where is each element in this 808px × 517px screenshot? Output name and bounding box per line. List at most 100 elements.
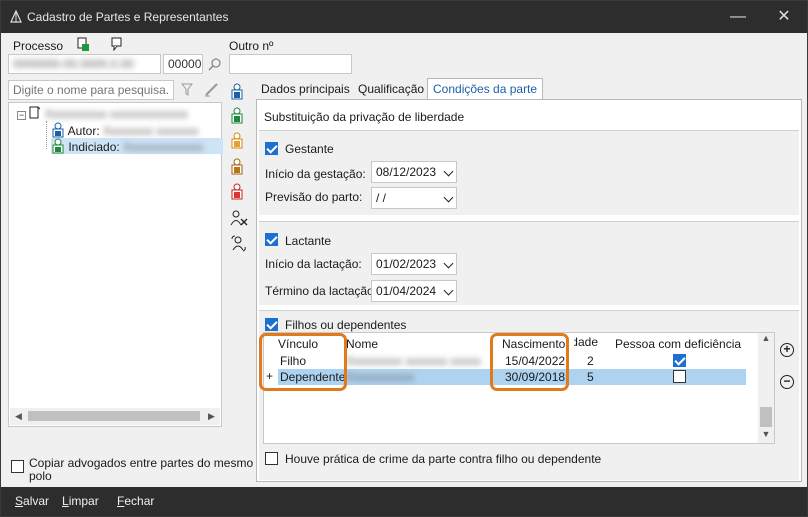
tab-dados-principais[interactable]: Dados principais — [256, 79, 355, 99]
remove-party-icon[interactable] — [230, 210, 248, 227]
add-representative-icon[interactable] — [230, 158, 244, 175]
add-party-blue-icon[interactable] — [230, 83, 244, 100]
chevron-down-icon[interactable] — [443, 285, 454, 296]
document-green-icon[interactable] — [77, 37, 89, 51]
note-icon[interactable] — [111, 37, 123, 51]
previsao-parto-date[interactable]: / / — [371, 187, 457, 209]
filhos-label: Filhos ou dependentes — [285, 318, 407, 332]
chevron-down-icon[interactable] — [443, 258, 454, 269]
limpar-mnemonic: L — [62, 494, 69, 508]
scales-icon — [10, 10, 22, 23]
lactante-label: Lactante — [285, 234, 332, 248]
scroll-up-icon[interactable]: ▲ — [758, 333, 774, 347]
close-button[interactable]: ✕ — [761, 1, 807, 33]
gestante-label: Gestante — [285, 142, 334, 156]
limpar-button[interactable]: Limpar — [62, 494, 99, 508]
person-blue-icon — [52, 122, 64, 138]
tab-qualificacao[interactable]: Qualificação — [353, 79, 429, 99]
scroll-left-icon[interactable]: ◀ — [10, 408, 27, 425]
document-icon — [29, 106, 41, 119]
scroll-down-icon[interactable]: ▼ — [758, 429, 774, 443]
tree-root-row[interactable]: − Xxxxxxxxxx xxxxxxxxxxxxx — [17, 106, 188, 122]
lactante-group: Lactante Início da lactação: 01/02/2023 … — [259, 221, 799, 305]
row2-nome[interactable]: Xxxxxxxxxxx — [346, 370, 414, 384]
scroll-right-icon[interactable]: ▶ — [203, 408, 220, 425]
highlight-vinculo — [259, 333, 347, 391]
processo-suffix: 00000 — [168, 57, 202, 71]
section-title: Substituição da privação de liberdade — [264, 110, 465, 124]
tree-root-label: Xxxxxxxxxx xxxxxxxxxxxxx — [44, 107, 189, 121]
col-idade-wrap: Idade — [574, 335, 598, 351]
fechar-button[interactable]: Fechar — [117, 494, 154, 508]
inicio-gestacao-date[interactable]: 08/12/2023 — [371, 161, 457, 183]
lactante-checkbox[interactable] — [265, 233, 278, 246]
autor-name: Xxxxxxxx xxxxxxx — [99, 124, 199, 138]
add-dependent-button[interactable]: + — [780, 343, 794, 357]
row1-nome[interactable]: Xxxxxxxxx xxxxxxx xxxxx — [346, 354, 481, 368]
inicio-lactacao-date[interactable]: 01/02/2023 — [371, 253, 457, 275]
inicio-lactacao-value: 01/02/2023 — [376, 257, 437, 271]
copy-lawyers-checkbox[interactable] — [11, 460, 24, 473]
filter-icon[interactable] — [181, 83, 193, 96]
window-title: Cadastro de Partes e Representantes — [27, 10, 229, 24]
col-nome[interactable]: Nome — [346, 337, 378, 351]
salvar-button[interactable]: Salvar — [15, 494, 49, 508]
tree-horizontal-scrollbar[interactable]: ◀ ▶ — [10, 408, 220, 425]
tab-condicoes-da-parte[interactable]: Condições da parte — [427, 78, 544, 100]
termino-lactacao-label: Término da lactação: — [265, 284, 378, 298]
minimize-button[interactable]: — — [715, 1, 761, 33]
indiciado-prefix: Indiciado: — [68, 140, 120, 154]
col-pcd[interactable]: Pessoa com deficiência — [615, 337, 741, 351]
salvar-mnemonic: S — [15, 494, 24, 508]
add-party-orange-icon[interactable] — [230, 132, 244, 149]
col-idade[interactable]: Idade — [574, 335, 598, 349]
crime-label: Houve prática de crime da parte contra f… — [285, 452, 602, 466]
tree-connector — [46, 121, 47, 149]
title-bar: Cadastro de Partes e Representantes — ✕ — [1, 1, 807, 33]
processo-input[interactable]: 0000000-00.0000.0.00 — [8, 54, 161, 74]
footer-bar: Salvar Limpar Fechar — [1, 487, 807, 516]
party-tree[interactable]: − Xxxxxxxxxx xxxxxxxxxxxxx Autor: Xxxxxx… — [8, 102, 223, 427]
search-icon[interactable] — [208, 57, 222, 71]
processo-suffix-input[interactable]: 00000 — [163, 54, 203, 74]
termino-lactacao-value: 01/04/2024 — [376, 284, 437, 298]
add-party-green-icon[interactable] — [230, 107, 244, 124]
swap-party-icon[interactable] — [230, 235, 248, 252]
add-party-red-icon[interactable] — [230, 183, 244, 200]
eraser-icon[interactable] — [204, 82, 220, 97]
row1-idade[interactable]: 2 — [587, 354, 594, 368]
tree-item-indiciado[interactable]: Indiciado: Xxxxxxxxxxxxx — [51, 138, 223, 154]
outro-input[interactable] — [229, 54, 352, 74]
inicio-gestacao-value: 08/12/2023 — [376, 165, 437, 179]
previsao-parto-value: / / — [376, 191, 387, 205]
copy-lawyers-label-1: Copiar advogados entre partes do mesmo — [29, 456, 254, 470]
row2-idade[interactable]: 5 — [587, 370, 594, 384]
fechar-rest: echar — [124, 494, 155, 508]
outro-label: Outro nº — [229, 39, 274, 53]
grid-vertical-scrollbar[interactable]: ▲ ▼ — [758, 333, 774, 443]
chevron-down-icon[interactable] — [443, 192, 454, 203]
salvar-rest: alvar — [23, 494, 50, 508]
highlight-nascimento — [490, 333, 569, 391]
indiciado-name: Xxxxxxxxxxxxx — [119, 140, 204, 154]
grid-scroll-thumb[interactable] — [760, 407, 772, 427]
scroll-thumb[interactable] — [28, 411, 200, 421]
gestante-group: Gestante Início da gestação: 08/12/2023 … — [259, 130, 799, 215]
collapse-icon[interactable]: − — [17, 111, 26, 120]
inicio-gestacao-label: Início da gestação: — [265, 167, 366, 181]
person-green-icon — [52, 138, 64, 154]
previsao-parto-label: Previsão do parto: — [265, 190, 363, 204]
party-search-input[interactable] — [8, 80, 174, 100]
copy-lawyers-label-2: polo — [29, 469, 52, 483]
crime-checkbox[interactable] — [265, 452, 278, 465]
row2-pcd-checkbox[interactable] — [673, 370, 686, 383]
filhos-checkbox[interactable] — [265, 318, 278, 331]
termino-lactacao-date[interactable]: 01/04/2024 — [371, 280, 457, 302]
chevron-down-icon[interactable] — [443, 166, 454, 177]
remove-dependent-button[interactable]: − — [780, 375, 794, 389]
processo-value: 0000000-00.0000.0.00 — [13, 57, 134, 71]
gestante-checkbox[interactable] — [265, 142, 278, 155]
row1-pcd-checkbox[interactable] — [673, 354, 686, 367]
cadastro-window: Cadastro de Partes e Representantes — ✕ … — [0, 0, 808, 517]
tree-item-autor[interactable]: Autor: Xxxxxxxx xxxxxxx — [51, 122, 198, 138]
